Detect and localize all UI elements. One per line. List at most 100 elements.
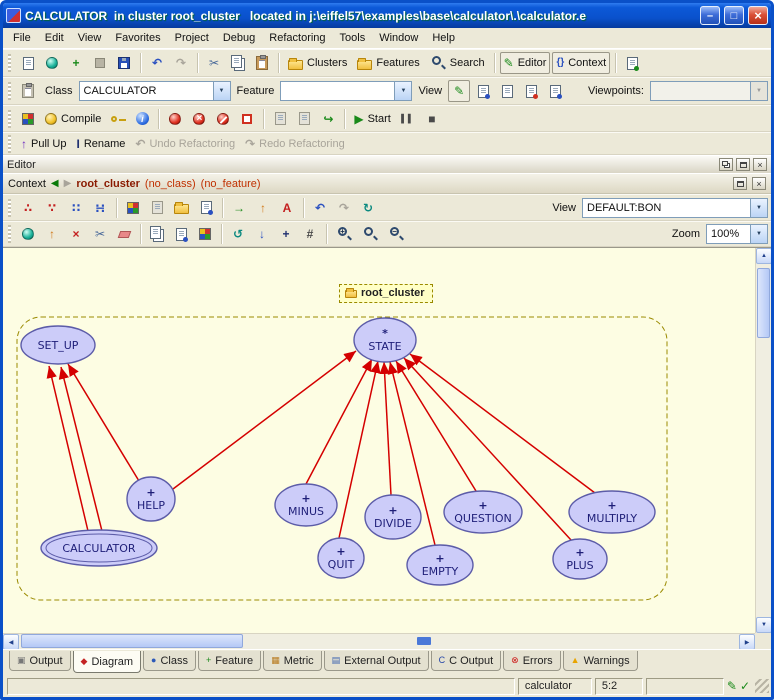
class-node-quit[interactable]: +QUIT [318,538,364,578]
menu-file[interactable]: File [6,29,38,47]
cut-button[interactable]: ✂ [203,52,225,74]
inherit-edge-multiply-to-state[interactable] [410,354,595,493]
save-button[interactable] [113,52,135,74]
open-diagram-button[interactable] [170,197,193,219]
tab-feature[interactable]: +Feature [198,651,261,671]
force-layout-button[interactable]: ↑ [252,197,274,219]
tab-c-output[interactable]: CC Output [431,651,502,671]
inherit-edge-help-to-set_up[interactable] [68,364,139,481]
zoom-fit-button[interactable] [358,223,382,245]
toolbar-grip[interactable] [8,54,11,72]
tab-external-output[interactable]: ▤External Output [324,651,429,671]
editor-toggle-button[interactable]: ✎Editor [500,52,551,74]
diagram-view-dropdown[interactable]: ▼ [750,199,767,217]
class-combo[interactable]: CALCULATOR ▼ [79,81,231,101]
tab-errors[interactable]: ⊗Errors [503,651,561,671]
class-node-calculator[interactable]: CALCULATOR [41,530,157,566]
diagram-redo-button[interactable]: ↷ [333,197,355,219]
move-tool-button[interactable]: + [275,223,297,245]
scroll-left-button[interactable]: ◀ [3,634,19,650]
maximize-button[interactable]: □ [724,6,744,25]
history-back-icon[interactable]: ◀ [51,178,59,189]
class-node-help[interactable]: +HELP [127,477,175,521]
menu-window[interactable]: Window [372,29,425,47]
tab-class[interactable]: ●Class [143,651,196,671]
toolbar-grip[interactable] [8,199,11,217]
toggle-legend-button[interactable] [194,223,216,245]
feature-combo-dropdown[interactable]: ▼ [394,82,411,100]
viewpoints-combo[interactable]: ▼ [650,81,768,101]
diagram-undo-button[interactable]: ↶ [309,197,331,219]
rotate-button[interactable]: ↺ [227,223,249,245]
erase-button[interactable] [113,223,135,245]
toolbar-grip[interactable] [8,225,11,243]
menu-edit[interactable]: Edit [38,29,71,47]
context-toggle-button[interactable]: {}Context [552,52,610,74]
new-window-button[interactable] [17,52,39,74]
export-image-button[interactable] [122,197,144,219]
close-pane-button[interactable]: × [753,158,767,171]
class-node-state[interactable]: *STATE [354,318,416,362]
vertical-scrollbar[interactable]: ▲ ▼ [755,248,771,633]
ignore-breakpoints-button[interactable] [212,108,234,130]
compile-button[interactable]: Compile [41,108,105,130]
redo-button[interactable]: ↷ [170,52,192,74]
minimize-button[interactable]: – [700,6,720,25]
stop-debug-button[interactable]: ■ [421,108,443,130]
freeze-button[interactable] [107,108,129,130]
client-link-button[interactable]: ∺ [89,197,111,219]
inherit-edge-calculator-to-set_up[interactable] [49,366,88,531]
cluster-tool-button[interactable]: ∵ [41,197,63,219]
toolbar-grip[interactable] [8,82,11,100]
viewpoints-combo-dropdown[interactable]: ▼ [750,82,767,100]
scroll-up-button[interactable]: ▲ [756,248,772,264]
menu-project[interactable]: Project [168,29,216,47]
menu-help[interactable]: Help [425,29,462,47]
class-tool-button[interactable]: ∴ [17,197,39,219]
copy-button[interactable] [227,52,249,74]
tab-output[interactable]: ▣Output [9,651,71,671]
redo-refactoring-button[interactable]: ↷Redo Refactoring [241,133,349,155]
undo-refactoring-button[interactable]: ↶Undo Refactoring [131,133,239,155]
diagram-canvas[interactable]: SET_UP*STATE+HELPCALCULATOR+MINUS+QUIT+D… [3,248,755,633]
print-button[interactable] [146,197,168,219]
search-button[interactable]: Search [426,52,489,74]
class-node-divide[interactable]: +DIVIDE [365,495,421,539]
project-info-button[interactable]: i [131,108,153,130]
toolbar-grip[interactable] [8,110,11,128]
feature-combo[interactable]: ▼ [280,81,412,101]
undock-pane-button[interactable] [719,158,733,171]
class-node-plus[interactable]: +PLUS [553,539,607,579]
undo-button[interactable]: ↶ [146,52,168,74]
tab-warnings[interactable]: ▲Warnings [563,651,638,671]
zoom-combo[interactable]: 100% ▼ [706,224,768,244]
external-editor-button[interactable] [17,80,39,102]
inherit-edge-help-to-state[interactable] [173,351,356,489]
pull-up-button[interactable]: ↑Pull Up [17,133,70,155]
context-cluster-link[interactable]: root_cluster [76,178,140,190]
sort-button[interactable]: ↓ [251,223,273,245]
interrupt-button[interactable] [89,52,111,74]
step-button[interactable]: ↪ [317,108,339,130]
interface-view-button[interactable] [544,80,566,102]
rename-button[interactable]: IRename [72,133,129,155]
inheritance-link-button[interactable]: ∷ [65,197,87,219]
debug-objects-button[interactable] [164,108,186,130]
add-label-button[interactable]: A [276,197,298,219]
select-tool-button[interactable] [17,223,39,245]
menu-refactoring[interactable]: Refactoring [262,29,332,47]
class-node-empty[interactable]: +EMPTY [407,545,473,585]
go-button[interactable]: → [228,197,250,219]
vertical-scroll-thumb[interactable] [757,268,770,338]
maximize-pane-button[interactable] [733,177,747,190]
diagram-view-combo[interactable]: DEFAULT:BON ▼ [582,198,768,218]
add-button[interactable]: + [65,52,87,74]
title-bar[interactable]: CALCULATOR in cluster root_cluster locat… [3,3,771,28]
class-node-set_up[interactable]: SET_UP [21,326,95,364]
delete-button[interactable]: × [65,223,87,245]
horizontal-scrollbar[interactable]: ◀ ▶ [3,633,755,649]
layout-window-button[interactable] [195,197,217,219]
refresh-button[interactable]: ↻ [357,197,379,219]
paste-button[interactable] [251,52,273,74]
inherit-edge-divide-to-state[interactable] [384,362,391,495]
